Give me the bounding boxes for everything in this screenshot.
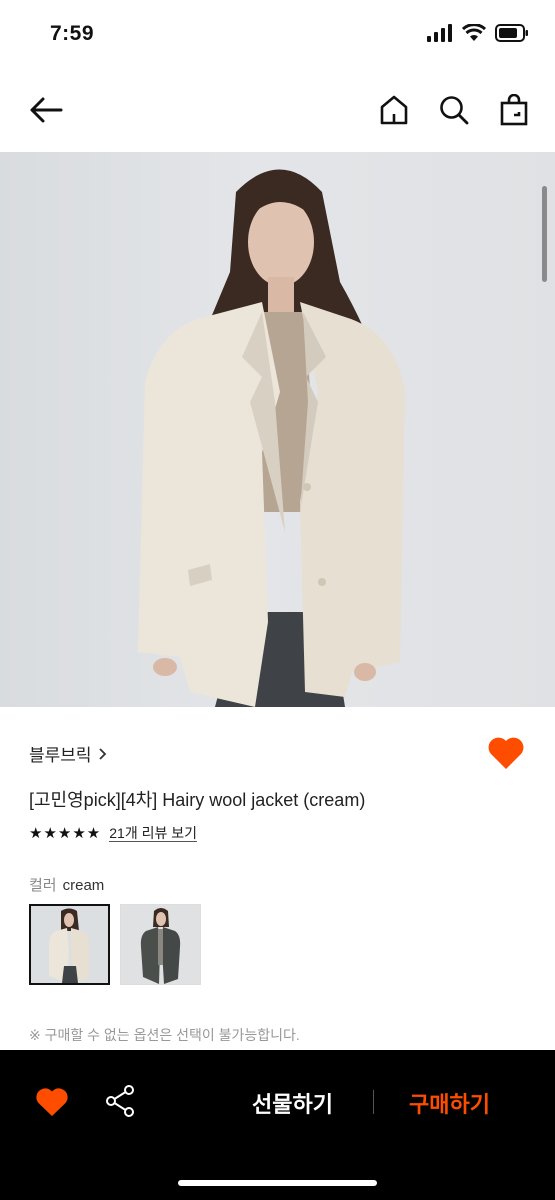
search-button[interactable] [434, 90, 474, 130]
gift-button[interactable]: 선물하기 [252, 1087, 333, 1119]
home-icon [380, 95, 408, 125]
status-time: 7:59 [50, 22, 95, 45]
cart-button[interactable] [494, 90, 534, 130]
home-button[interactable] [374, 90, 414, 130]
search-icon [440, 96, 469, 125]
bottom-action-bar: 선물하기 구매하기 [0, 1050, 555, 1200]
brand-link[interactable]: 블루브릭 [29, 741, 107, 766]
status-bar: 7:59 [0, 0, 555, 70]
product-info: 블루브릭 [고민영pick][4차] Hairy wool jacket (cr… [0, 707, 555, 1050]
wifi-icon [462, 24, 486, 41]
color-option-cream[interactable] [29, 904, 110, 985]
heart-icon[interactable] [35, 1086, 69, 1118]
divider [373, 1090, 374, 1114]
color-label: 컬러 cream [29, 874, 104, 895]
product-image[interactable] [0, 152, 555, 707]
shopping-bag-icon [500, 94, 528, 126]
charcoal-thumbnail [121, 905, 200, 984]
option-notice: ※ 구매할 수 없는 옵션은 선택이 불가능합니다. [29, 1027, 300, 1043]
scroll-indicator [542, 186, 547, 282]
battery-icon [495, 24, 528, 42]
share-icon[interactable] [104, 1084, 136, 1118]
product-title: [고민영pick][4차] Hairy wool jacket (cream) [29, 790, 366, 810]
color-key: 컬러 [29, 877, 57, 894]
nav-bar [0, 70, 555, 152]
rating-row: ★★★★★ 21개 리뷰 보기 [29, 824, 198, 842]
rating-stars: ★★★★★ [29, 825, 102, 842]
review-link[interactable]: 21개 리뷰 보기 [109, 825, 198, 842]
heart-icon[interactable] [487, 735, 525, 771]
buy-button[interactable]: 구매하기 [409, 1087, 490, 1119]
back-button[interactable] [26, 90, 66, 130]
color-option-charcoal[interactable] [120, 904, 201, 985]
color-value: cream [62, 877, 105, 894]
chevron-right-icon [98, 747, 106, 760]
signal-icon [427, 24, 452, 42]
model-illustration [138, 169, 405, 707]
home-indicator [178, 1180, 377, 1186]
arrow-left-icon [30, 97, 63, 123]
status-icons [427, 24, 529, 42]
brand-name: 블루브릭 [29, 746, 92, 765]
cream-thumbnail [31, 906, 108, 983]
